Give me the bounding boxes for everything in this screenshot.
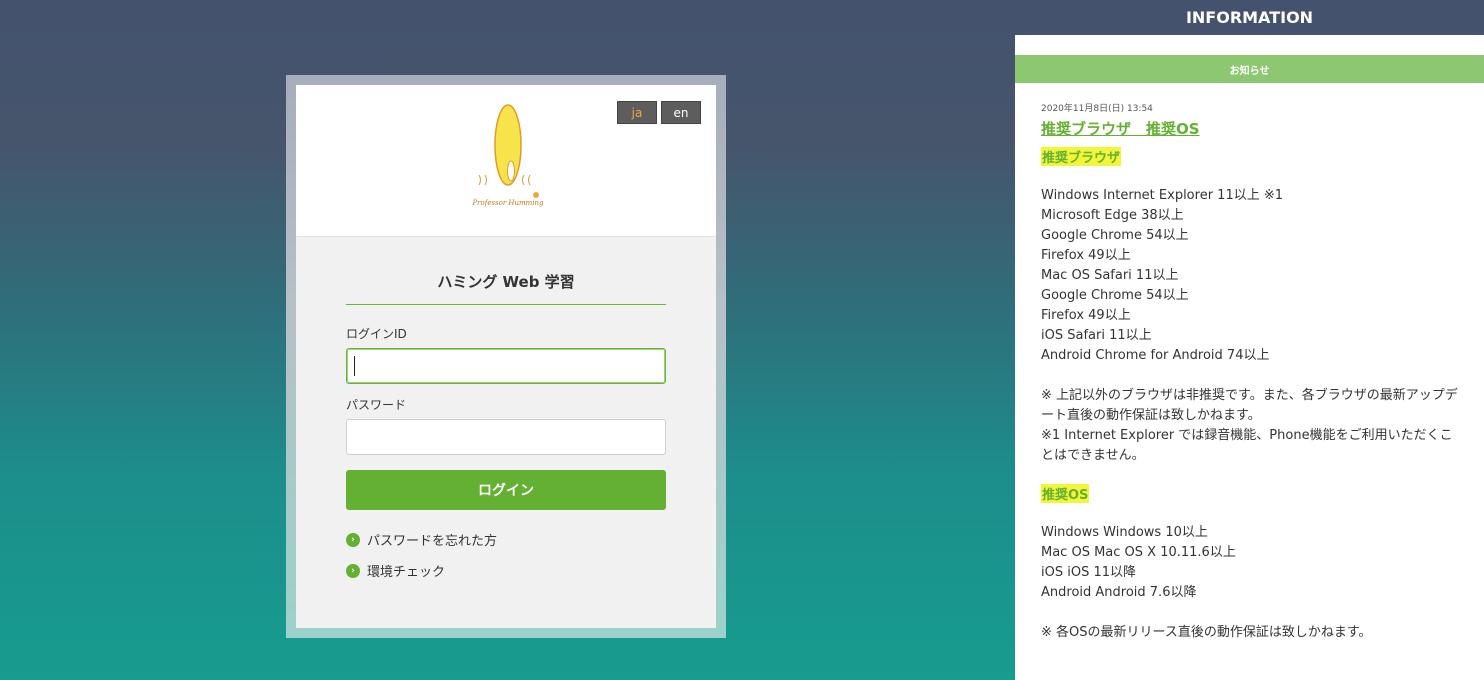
list-item: Windows Windows 10以上 — [1041, 525, 1208, 540]
list-item: Firefox 49以上 — [1041, 248, 1131, 263]
card-header: ja en Professor Humming — [296, 85, 716, 237]
password-label: パスワード — [346, 398, 407, 412]
list-item: Android Android 7.6以降 — [1041, 585, 1197, 600]
information-body: 2020年11月8日(日) 13:54 推奨ブラウザ 推奨OS 推奨ブラウザ W… — [1015, 83, 1484, 643]
environment-check-label: 環境チェック — [367, 565, 446, 580]
environment-check-link[interactable]: › 環境チェック — [346, 561, 666, 580]
chevron-right-icon: › — [346, 563, 360, 578]
login-id-input[interactable] — [346, 348, 666, 384]
list-item: Google Chrome 54以上 — [1041, 288, 1189, 303]
forgot-password-link[interactable]: › パスワードを忘れた方 — [346, 530, 666, 549]
forgot-password-label: パスワードを忘れた方 — [367, 534, 498, 549]
list-item: Google Chrome 54以上 — [1041, 228, 1189, 243]
browser-list: Windows Internet Explorer 11以上 ※1 Micros… — [1041, 186, 1460, 366]
chevron-right-icon: › — [346, 532, 360, 547]
password-input[interactable] — [346, 419, 666, 455]
lang-en-button[interactable]: en — [661, 101, 701, 124]
information-header: INFORMATION — [1015, 0, 1484, 35]
browser-notes: ※ 上記以外のブラウザは非推奨です。また、各ブラウザの最新アップデート直後の動作… — [1041, 386, 1460, 466]
os-list: Windows Windows 10以上 Mac OS Mac OS X 10.… — [1041, 523, 1460, 603]
login-title: ハミング Web 学習 — [346, 237, 666, 305]
surfboard-logo-icon — [478, 104, 539, 198]
logo-text: Professor Humming — [472, 199, 544, 207]
os-note: ※ 各OSの最新リリース直後の動作保証は致しかねます。 — [1041, 625, 1372, 640]
os-heading: 推奨OS — [1041, 484, 1090, 503]
list-item: Android Chrome for Android 74以上 — [1041, 348, 1270, 363]
text-caret — [354, 356, 355, 376]
list-item: Microsoft Edge 38以上 — [1041, 208, 1184, 223]
language-switch: ja en — [617, 101, 701, 124]
list-item: iOS iOS 11以降 — [1041, 565, 1136, 580]
note-text: ※ 上記以外のブラウザは非推奨です。また、各ブラウザの最新アップデート直後の動作… — [1041, 388, 1458, 423]
list-item: Mac OS Mac OS X 10.11.6以上 — [1041, 545, 1236, 560]
login-card-frame: ja en Professor Humming ハミング Web 学習 ログイン… — [286, 75, 726, 638]
list-item: Firefox 49以上 — [1041, 308, 1131, 323]
login-id-label: ログインID — [346, 327, 407, 341]
browser-heading: 推奨ブラウザ — [1041, 147, 1122, 166]
post-title-link[interactable]: 推奨ブラウザ 推奨OS — [1041, 118, 1200, 139]
logo: Professor Humming — [466, 103, 550, 213]
post-date: 2020年11月8日(日) 13:54 — [1041, 104, 1153, 114]
list-item: Mac OS Safari 11以上 — [1041, 268, 1179, 283]
login-card: ja en Professor Humming ハミング Web 学習 ログイン… — [296, 85, 716, 628]
list-item: iOS Safari 11以上 — [1041, 328, 1152, 343]
lang-ja-button[interactable]: ja — [617, 101, 657, 124]
login-button[interactable]: ログイン — [346, 470, 666, 510]
note-text: ※1 Internet Explorer では録音機能、Phone機能をご利用い… — [1041, 428, 1453, 463]
information-panel: INFORMATION お知らせ 2020年11月8日(日) 13:54 推奨ブ… — [1015, 0, 1484, 680]
list-item: Windows Internet Explorer 11以上 ※1 — [1041, 188, 1284, 203]
notice-header: お知らせ — [1015, 55, 1484, 83]
